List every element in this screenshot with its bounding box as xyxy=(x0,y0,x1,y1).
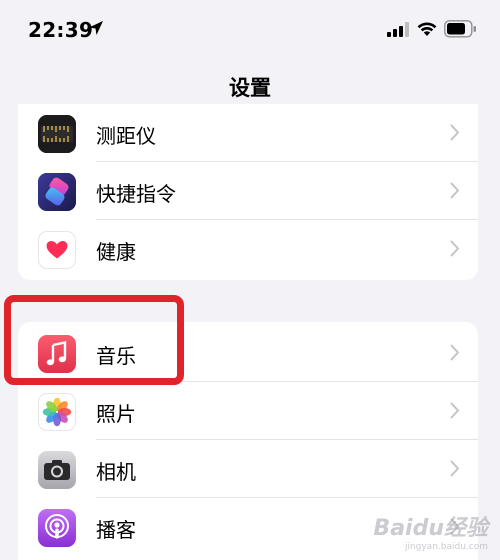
highlight-annotation xyxy=(4,295,184,385)
settings-row-label: 播客 xyxy=(96,518,136,542)
settings-row-label: 相机 xyxy=(96,460,136,484)
baidu-watermark: Baidu经验 jingyan.baidu.com xyxy=(373,510,488,552)
chevron-right-icon xyxy=(450,240,459,257)
settings-group-1: 测距仪 快捷指令 健康 xyxy=(18,104,478,280)
settings-row-health[interactable]: 健康 xyxy=(18,220,478,278)
watermark-url: jingyan.baidu.com xyxy=(404,542,488,552)
location-arrow-icon xyxy=(89,21,103,35)
chevron-right-icon xyxy=(450,460,459,477)
photos-icon xyxy=(38,393,76,431)
chevron-right-icon xyxy=(450,344,459,361)
cellular-signal-icon xyxy=(387,22,409,37)
watermark-brand: Baidu经验 xyxy=(373,516,488,541)
status-time: 22:39 xyxy=(28,18,94,42)
chevron-right-icon xyxy=(450,402,459,419)
settings-row-label: 照片 xyxy=(96,402,136,426)
health-heart-icon xyxy=(38,231,76,269)
settings-row-measure[interactable]: 测距仪 xyxy=(18,104,478,162)
chevron-right-icon xyxy=(450,182,459,199)
podcasts-icon xyxy=(38,509,76,547)
page-title: 设置 xyxy=(229,76,271,100)
chevron-right-icon xyxy=(450,124,459,141)
measure-icon xyxy=(38,115,76,153)
settings-row-photos[interactable]: 照片 xyxy=(18,382,478,440)
settings-row-shortcuts[interactable]: 快捷指令 xyxy=(18,162,478,220)
settings-row-label: 测距仪 xyxy=(96,124,156,148)
wifi-icon xyxy=(417,22,437,36)
shortcuts-icon xyxy=(38,173,76,211)
battery-icon xyxy=(444,20,476,38)
status-bar: 22:39 xyxy=(0,0,500,62)
settings-row-camera[interactable]: 相机 xyxy=(18,440,478,498)
settings-row-label: 快捷指令 xyxy=(96,182,176,206)
settings-row-label: 健康 xyxy=(96,240,136,264)
camera-icon xyxy=(38,451,76,489)
